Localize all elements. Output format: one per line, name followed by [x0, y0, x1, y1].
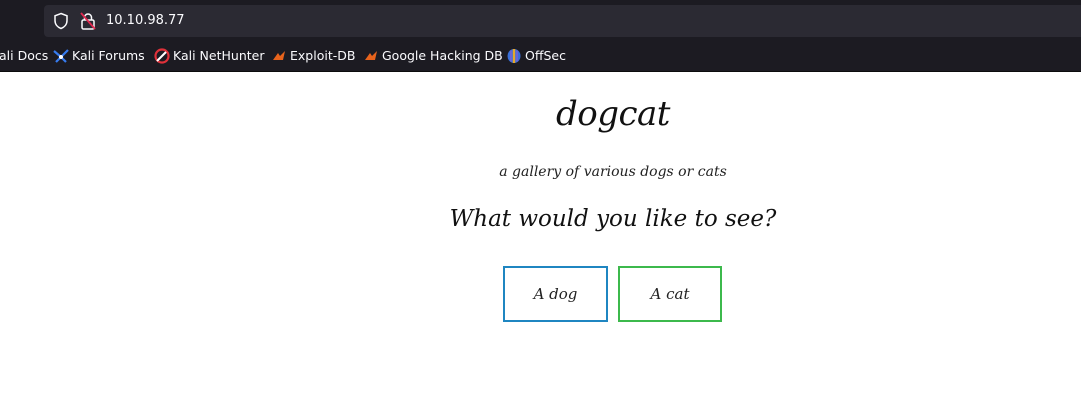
kali-dragon-icon — [53, 49, 69, 63]
cat-button-label: A cat — [650, 285, 690, 303]
shield-icon[interactable] — [52, 12, 70, 30]
browser-chrome: 10.10.98.77 ali Docs Kali Forums Kali Ne… — [0, 0, 1081, 72]
bookmark-label: Google Hacking DB — [382, 48, 503, 63]
insecure-lock-icon[interactable] — [80, 12, 96, 30]
dog-button[interactable]: A dog — [503, 266, 608, 322]
bookmark-label: Exploit-DB — [290, 48, 356, 63]
page-title: dogcat — [556, 94, 670, 134]
page-subtitle: a gallery of various dogs or cats — [499, 164, 727, 180]
nethunter-icon — [154, 48, 170, 64]
url-text[interactable]: 10.10.98.77 — [106, 12, 185, 30]
ghdb-icon — [365, 51, 377, 60]
bookmark-label: OffSec — [525, 48, 566, 63]
bookmark-label: Kali Forums — [72, 48, 145, 63]
bookmark-label: ali Docs — [0, 48, 49, 63]
cat-button[interactable]: A cat — [618, 266, 722, 322]
bookmarks-toolbar: ali Docs Kali Forums Kali NetHunter Expl… — [0, 44, 1081, 68]
url-bar[interactable]: 10.10.98.77 — [44, 5, 1081, 37]
page-question: What would you like to see? — [449, 206, 777, 232]
dog-button-label: A dog — [533, 285, 578, 303]
bookmark-label: Kali NetHunter — [173, 48, 265, 63]
page-content: dogcat a gallery of various dogs or cats… — [0, 72, 1081, 416]
offsec-icon — [507, 49, 521, 63]
exploit-db-icon — [273, 51, 285, 60]
